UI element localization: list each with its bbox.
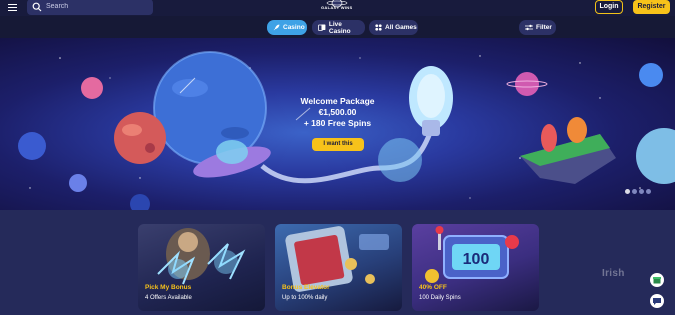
hero-title-line: Welcome Package	[300, 96, 375, 106]
tab-label: All Games	[385, 24, 417, 31]
cards-icon	[318, 24, 326, 31]
carousel-dot[interactable]	[646, 189, 651, 194]
rocket-icon	[273, 24, 280, 31]
carousel-dot[interactable]	[632, 189, 637, 194]
register-button[interactable]: Register	[633, 0, 670, 14]
grid-icon	[375, 24, 382, 31]
gift-icon	[653, 277, 661, 284]
tab-casino[interactable]: Casino	[267, 20, 307, 35]
promo-title: Pick My Bonus	[145, 284, 192, 291]
promo-title: Bonus Elevator	[282, 284, 330, 291]
filter-button[interactable]: Filter	[519, 20, 556, 35]
search-icon	[32, 2, 42, 12]
floating-gift-button[interactable]	[650, 273, 664, 287]
promo-subtitle: Up to 100% daily	[282, 295, 328, 301]
hamburger-menu-icon[interactable]	[8, 4, 17, 12]
promo-subtitle: 100 Daily Spins	[419, 295, 461, 301]
category-nav: Casino Live Casino All Games Filter	[0, 16, 675, 38]
top-header: GALAXY WINS Login Register	[0, 0, 675, 16]
promo-subtitle: 4 Offers Available	[145, 295, 192, 301]
tab-label: Live Casino	[328, 20, 351, 35]
chat-icon	[653, 298, 661, 305]
promo-title: 40% OFF	[419, 284, 447, 291]
carousel-dot[interactable]	[625, 189, 630, 194]
floating-chat-button[interactable]	[650, 294, 664, 308]
hero-cta-button[interactable]: I want this	[312, 138, 364, 151]
tab-live-casino[interactable]: Live Casino	[312, 20, 365, 35]
watermark-text: Irish	[602, 268, 625, 279]
slot-display-text: 100	[463, 251, 490, 268]
search-input[interactable]	[44, 0, 144, 13]
filter-label: Filter	[536, 24, 552, 31]
carousel-dot[interactable]	[639, 189, 644, 194]
hero-banner[interactable]: Welcome Package €1,500.00 + 180 Free Spi…	[0, 38, 675, 210]
tab-all-games[interactable]: All Games	[369, 20, 418, 35]
promo-card-bonus-elevator[interactable]: Bonus Elevator Up to 100% daily	[275, 224, 402, 311]
sliders-icon	[525, 24, 533, 31]
login-button[interactable]: Login	[595, 0, 623, 14]
hero-amount: €1,500.00	[318, 107, 357, 117]
logo-text: GALAXY WINS	[321, 5, 353, 10]
search-box[interactable]	[27, 0, 153, 15]
tab-label: Casino	[283, 24, 305, 31]
hero-spins: + 180 Free Spins	[303, 118, 372, 128]
promo-card-pick-my-bonus[interactable]: Pick My Bonus 4 Offers Available	[138, 224, 265, 311]
carousel-dots	[625, 189, 653, 194]
promo-card-40-off[interactable]: 100 40% OFF 100 Daily Spins	[412, 224, 539, 311]
galaxy-wins-logo[interactable]: GALAXY WINS	[318, 0, 356, 14]
hero-title: Welcome Package €1,500.00 + 180 Free Spi…	[270, 96, 405, 129]
